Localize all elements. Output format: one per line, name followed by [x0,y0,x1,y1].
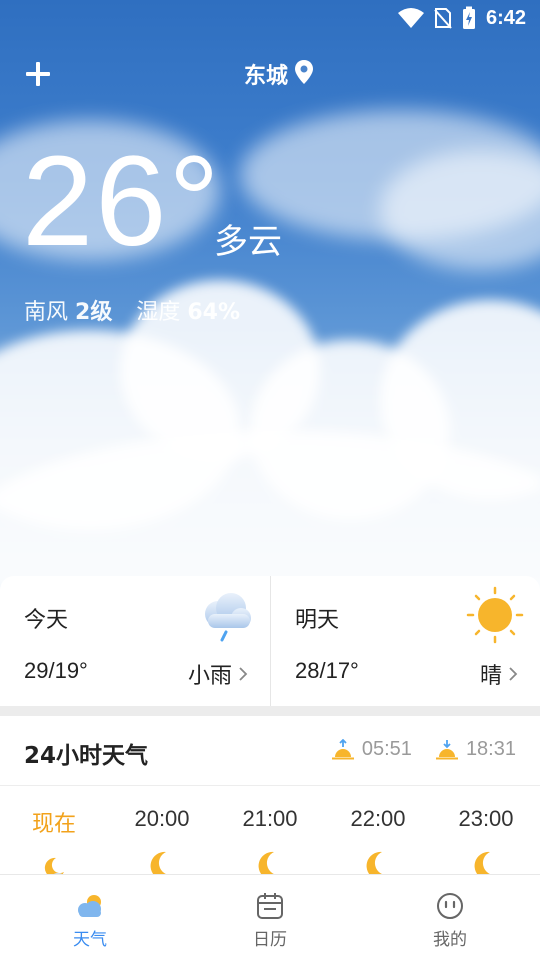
chevron-right-icon [239,667,248,681]
day-condition: 晴 [480,658,518,690]
two-day-forecast-card: 今天 29/19° 小雨 明天 28/17° 晴 [0,576,540,706]
hourly-title: 24小时天气 [24,743,149,769]
hourly-list[interactable]: 现在 20:00 21:00 22:00 23:00 [0,786,540,876]
rain-cloud-icon [205,593,251,642]
moon-icon [258,851,284,876]
hour-item: 23:00 [432,786,540,876]
hour-label: 现在 [31,812,76,837]
moon-icon [150,851,176,876]
wind-humidity-line: 南风 2级 湿度 64% [24,294,240,326]
wind-info: 南风 2级 [24,294,112,326]
current-temperature: 26° [22,130,222,273]
hour-label: 23:00 [458,806,514,831]
hourly-header: 24小时天气 05:51 18:31 [0,716,540,786]
wind-label: 南风 [24,300,69,325]
tab-label: 我的 [433,930,467,950]
moon-icon [474,851,500,876]
status-time: 6:42 [485,6,526,29]
status-bar: 6:42 [0,0,540,36]
tab-label: 天气 [73,930,107,950]
temperature-range: 28/17° [295,658,359,683]
wifi-icon [397,7,424,29]
hour-label: 20:00 [134,806,190,831]
humidity-label: 湿度 [136,300,181,325]
no-sim-icon [434,7,452,29]
forecast-tomorrow[interactable]: 明天 28/17° 晴 [270,576,540,706]
weather-hero-background: 6:42 东城 26° 多云 南风 2级 湿度 64% [0,0,540,600]
top-bar: 东城 [0,52,540,96]
calendar-icon [257,893,283,919]
temperature-range: 29/19° [24,658,88,683]
section-divider [0,706,540,716]
chevron-right-icon [509,667,518,681]
tab-calendar[interactable]: 日历 [180,875,360,960]
day-name: 明天 [295,608,340,633]
current-condition: 多云 [214,222,282,262]
weather-icon [78,895,101,917]
tab-weather[interactable]: 天气 [0,875,180,960]
sunset-time: 18:31 [465,738,516,760]
hour-item: 20:00 [108,786,216,876]
sunset-icon [435,739,458,759]
forecast-today[interactable]: 今天 29/19° 小雨 [0,576,270,706]
city-name: 东城 [243,64,288,89]
hour-item: 22:00 [324,786,432,876]
humidity-info: 湿度 64% [136,294,240,326]
day-condition-text: 晴 [479,664,502,689]
sunrise: 05:51 [330,738,412,761]
profile-icon [437,893,463,919]
partly-cloudy-night-icon [42,857,65,876]
tab-label: 日历 [253,930,287,950]
sunrise-icon [331,738,354,759]
humidity-value: 64% [187,300,241,325]
sun-icon [466,586,524,644]
day-condition: 小雨 [188,658,248,690]
hour-label: 22:00 [350,806,406,831]
bottom-tab-bar: 天气 日历 我的 [0,874,540,960]
day-name: 今天 [24,608,69,633]
city-selector[interactable]: 东城 [0,58,540,90]
hour-item: 21:00 [216,786,324,876]
hour-label: 21:00 [242,806,298,831]
battery-charging-icon [462,6,476,30]
wind-value: 2级 [75,300,113,325]
sunset: 18:31 [434,738,516,761]
sunrise-time: 05:51 [361,738,412,760]
hour-item: 现在 [0,786,108,876]
sun-times: 05:51 18:31 [330,738,516,761]
location-pin-icon [294,59,314,89]
day-condition-text: 小雨 [187,664,232,689]
moon-icon [366,851,392,876]
tab-profile[interactable]: 我的 [360,875,540,960]
